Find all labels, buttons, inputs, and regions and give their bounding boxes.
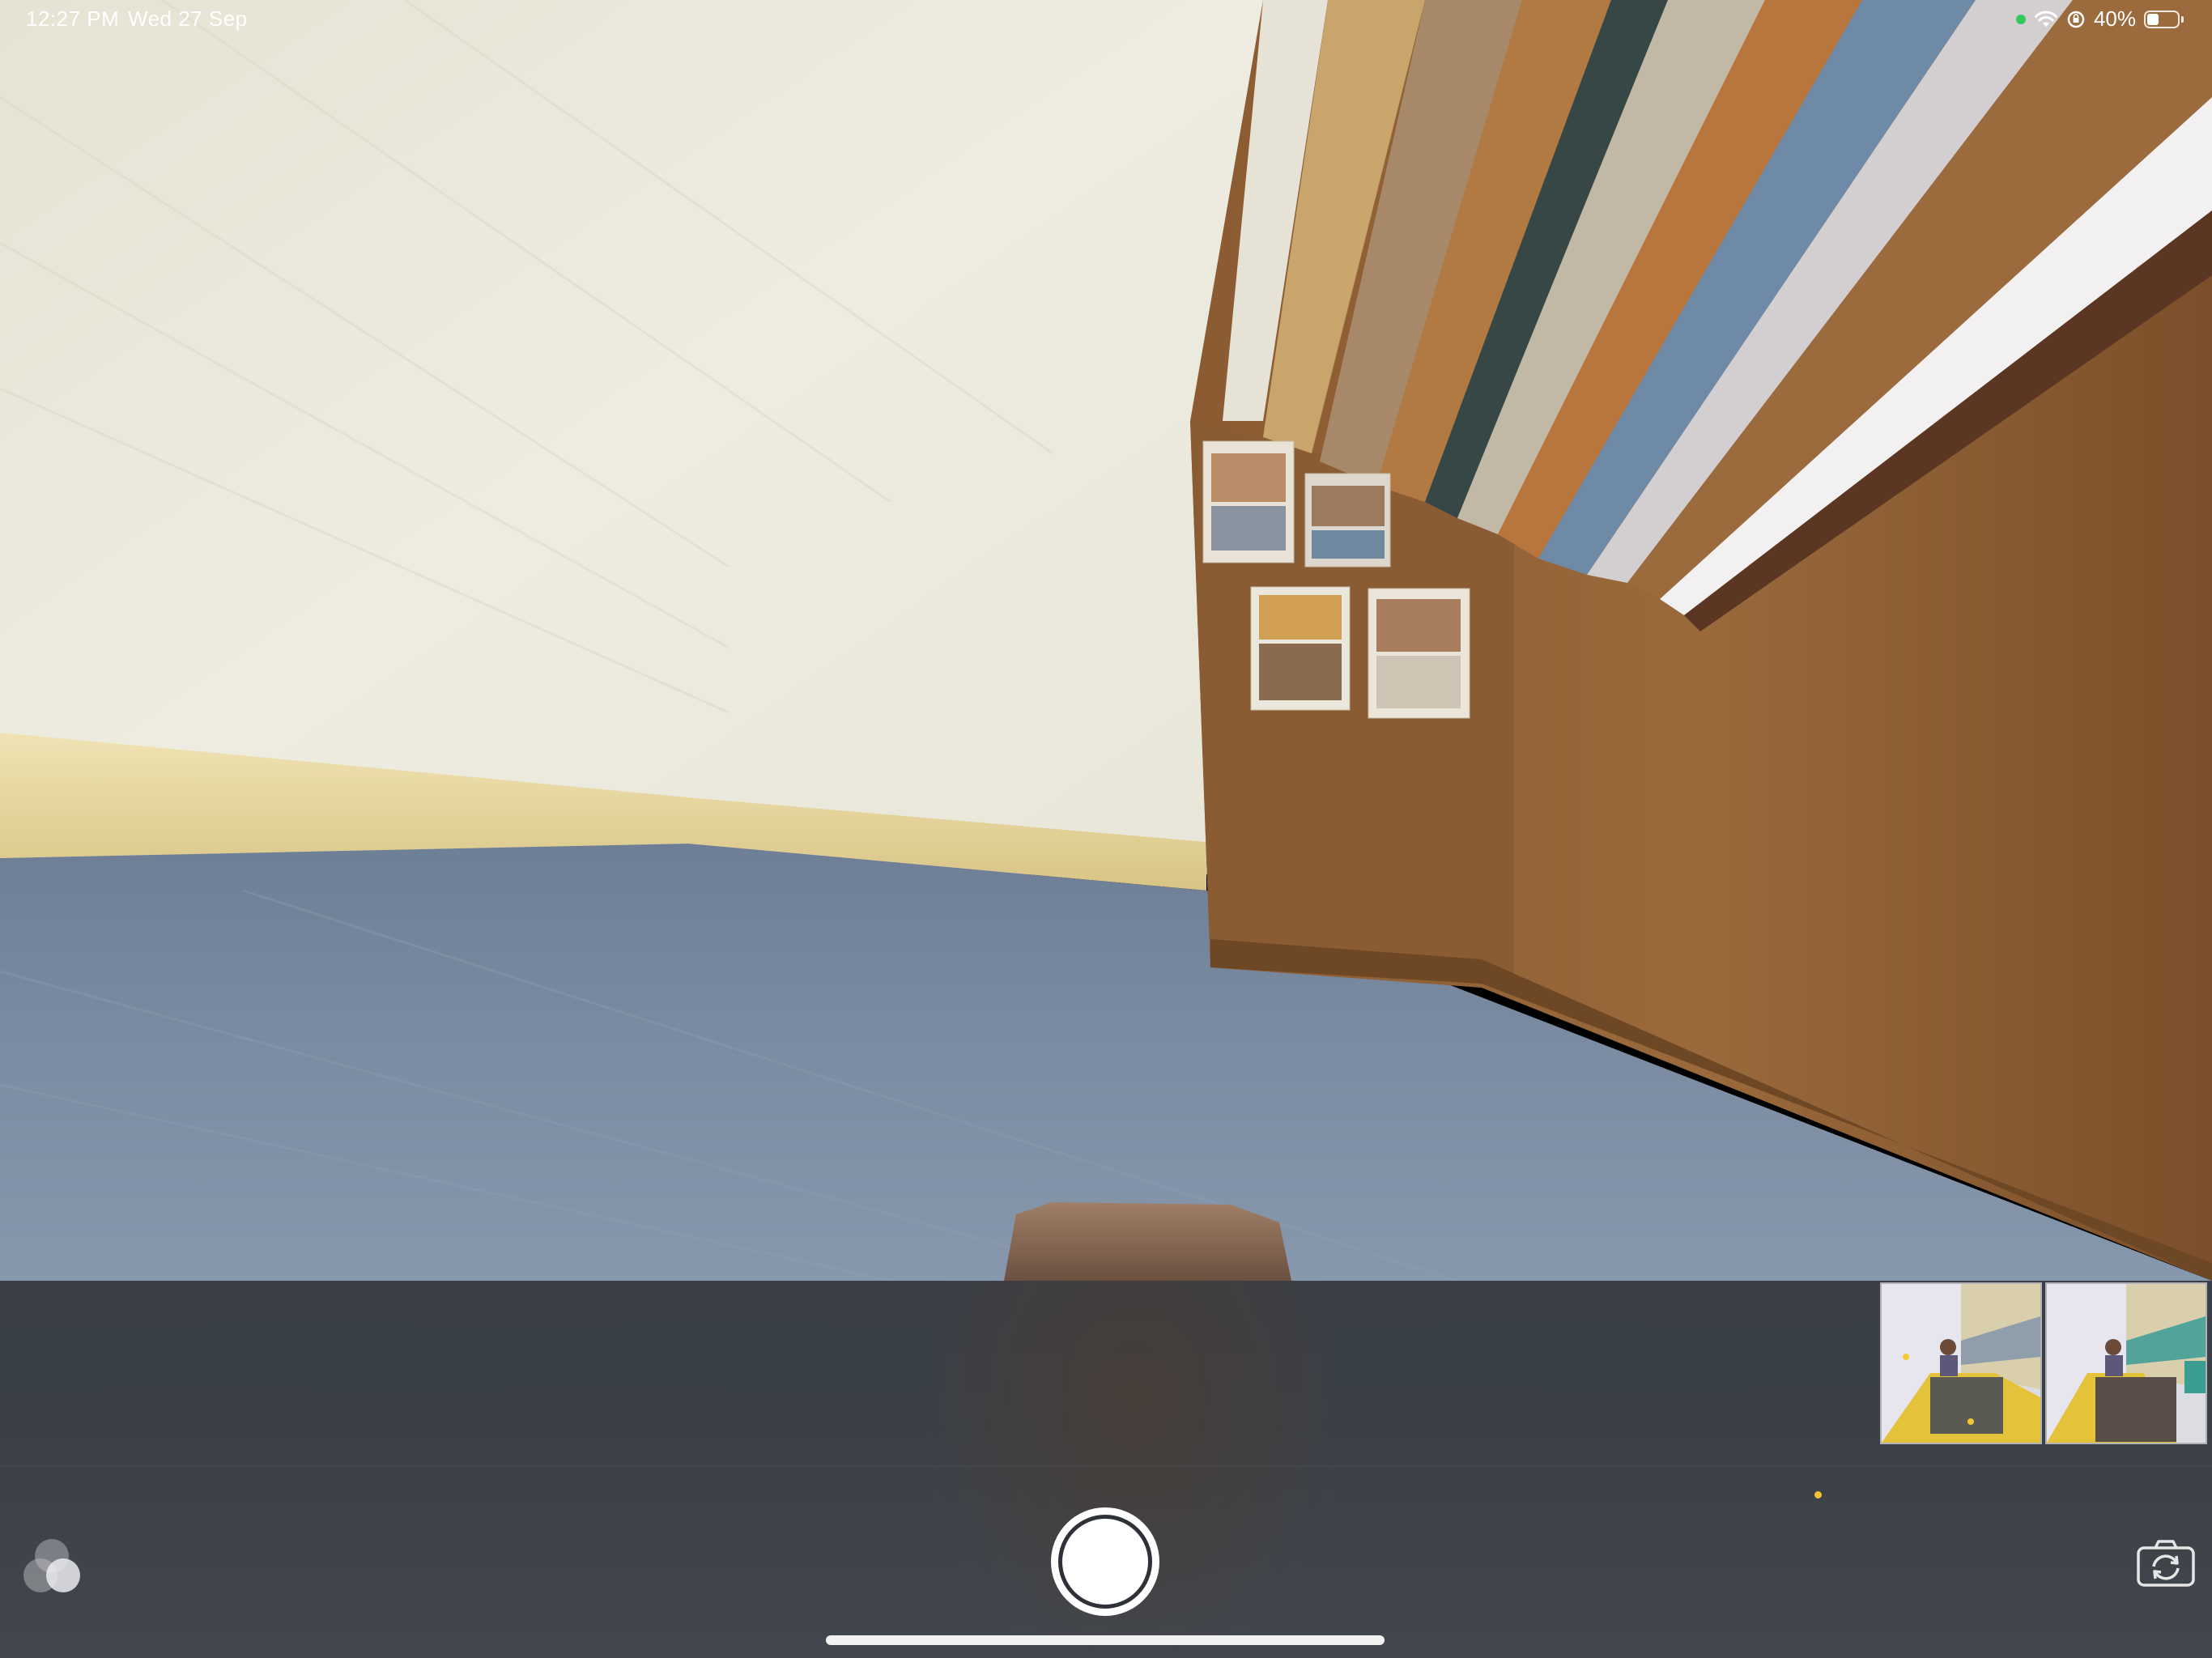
flip-camera-button[interactable]: [2136, 1538, 2196, 1588]
home-indicator[interactable]: [826, 1635, 1385, 1645]
wall: [0, 0, 1263, 874]
photo-thumbnail-2[interactable]: [2045, 1282, 2207, 1444]
viewfinder-scene: [0, 0, 2212, 1281]
photo-thumbnail-1[interactable]: [1880, 1282, 2042, 1444]
battery-level: [2147, 13, 2159, 25]
camera-indicator-dot: [1814, 1491, 1822, 1499]
battery-icon: [2144, 10, 2184, 28]
status-date: Wed 27 Sep: [128, 6, 248, 31]
shutter-icon: [1058, 1515, 1152, 1609]
camera-app-screen: 12:27 PM Wed 27 Sep 40%: [0, 0, 2212, 1658]
status-bar: 12:27 PM Wed 27 Sep 40%: [0, 0, 2212, 39]
photo-thumbnail-image: [2047, 1284, 2206, 1443]
filters-button[interactable]: [18, 1532, 86, 1600]
status-indicators: 40%: [2015, 6, 2184, 32]
battery-percent: 40%: [2093, 6, 2136, 31]
flip-camera-icon: [2137, 1540, 2195, 1587]
chair-back: [1004, 1202, 1291, 1281]
camera-viewfinder[interactable]: [0, 0, 2212, 1281]
status-time: 12:27 PM: [26, 6, 120, 31]
wifi-icon: [2034, 11, 2057, 27]
shutter-button[interactable]: [1051, 1507, 1159, 1616]
orientation-lock-icon: [2067, 11, 2085, 28]
photo-thumbnail-image: [1882, 1284, 2040, 1443]
filters-icon: [23, 1539, 80, 1592]
camera-in-use-indicator-icon: [2015, 14, 2026, 24]
